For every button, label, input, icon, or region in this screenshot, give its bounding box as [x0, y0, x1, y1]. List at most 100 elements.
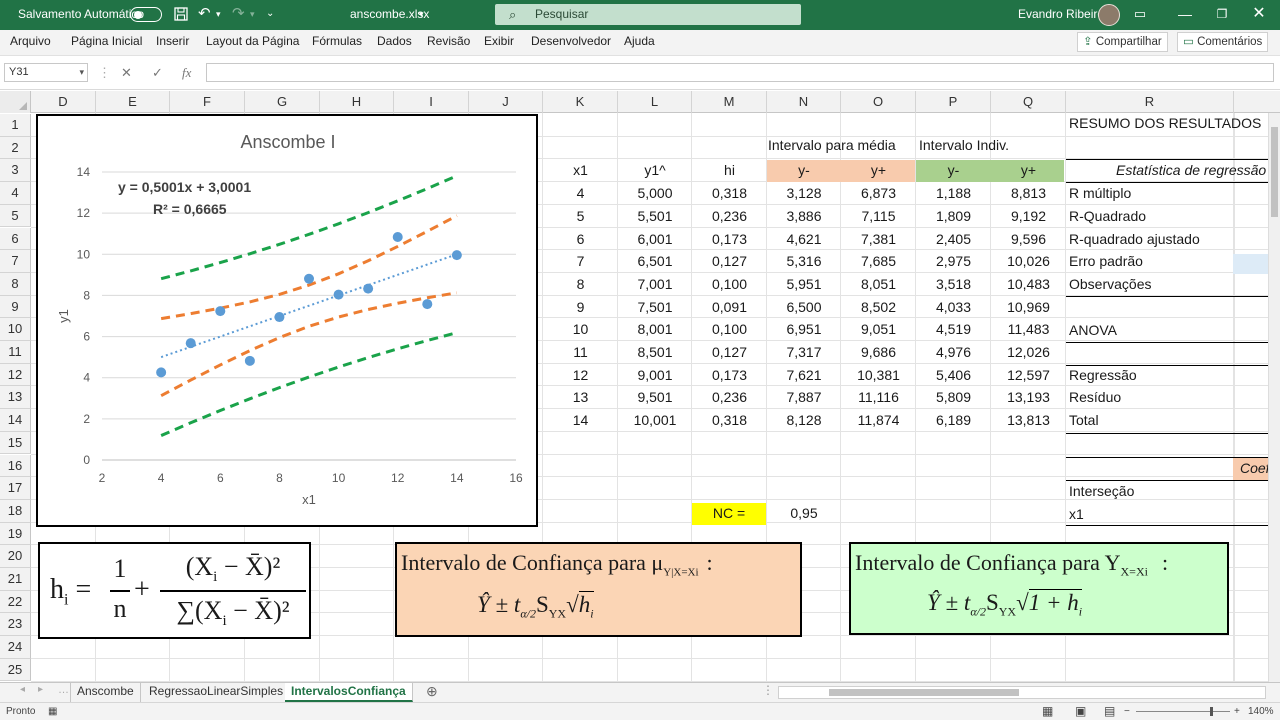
- normal-view-icon[interactable]: ▦: [1042, 703, 1053, 720]
- table-cell[interactable]: 3,886: [767, 208, 841, 224]
- more-sheets-icon[interactable]: …: [58, 684, 69, 696]
- table-cell[interactable]: 4: [543, 185, 618, 201]
- column-header-i[interactable]: I: [394, 91, 469, 113]
- maximize-icon[interactable]: ❐: [1207, 0, 1237, 28]
- zoom-level[interactable]: 140%: [1248, 703, 1274, 720]
- row-header-5[interactable]: 5: [0, 204, 31, 228]
- column-header-r[interactable]: R: [1066, 91, 1234, 113]
- table-cell[interactable]: 2,405: [916, 231, 991, 247]
- table-cell[interactable]: 4,033: [916, 299, 991, 315]
- table-cell[interactable]: 9,001: [618, 367, 692, 383]
- table-cell[interactable]: 14: [543, 412, 618, 428]
- table-cell[interactable]: 9,596: [991, 231, 1066, 247]
- column-header-j[interactable]: J: [469, 91, 543, 113]
- column-header-h[interactable]: H: [320, 91, 394, 113]
- page-layout-view-icon[interactable]: ▣: [1075, 703, 1086, 720]
- avatar[interactable]: [1098, 4, 1120, 26]
- column-header-f[interactable]: F: [170, 91, 245, 113]
- table-cell[interactable]: 7,317: [767, 344, 841, 360]
- row-header-15[interactable]: 15: [0, 431, 31, 455]
- menu-dados[interactable]: Dados: [377, 30, 412, 53]
- close-icon[interactable]: ✕: [1244, 0, 1274, 28]
- row-header-19[interactable]: 19: [0, 522, 31, 546]
- row-header-7[interactable]: 7: [0, 250, 31, 273]
- customize-toolbar-icon[interactable]: ⌄: [266, 4, 274, 24]
- split-handle-icon[interactable]: ⋮: [762, 683, 774, 697]
- insert-function-icon[interactable]: fx: [182, 63, 191, 82]
- row-header-20[interactable]: 20: [0, 545, 31, 568]
- row-header-24[interactable]: 24: [0, 636, 31, 659]
- table-cell[interactable]: 0,236: [692, 389, 767, 405]
- column-header-m[interactable]: M: [692, 91, 767, 113]
- table-cell[interactable]: 8,051: [841, 276, 916, 292]
- row-header-3[interactable]: 3: [0, 159, 31, 183]
- menu-pagina-inicial[interactable]: Página Inicial: [71, 30, 142, 53]
- nc-value[interactable]: 0,95: [767, 505, 841, 521]
- table-cell[interactable]: 13,813: [991, 412, 1066, 428]
- row-header-9[interactable]: 9: [0, 295, 31, 319]
- table-cell[interactable]: 2,975: [916, 253, 991, 269]
- zoom-slider[interactable]: [1136, 711, 1230, 712]
- table-cell[interactable]: 0,318: [692, 412, 767, 428]
- table-cell[interactable]: 8: [543, 276, 618, 292]
- column-header-q[interactable]: Q: [991, 91, 1066, 113]
- table-cell[interactable]: 6,500: [767, 299, 841, 315]
- table-cell[interactable]: 12,026: [991, 344, 1066, 360]
- table-cell[interactable]: 5,406: [916, 367, 991, 383]
- undo-dropdown-icon[interactable]: ▾: [216, 4, 221, 24]
- row-header-10[interactable]: 10: [0, 318, 31, 341]
- table-cell[interactable]: 9,051: [841, 321, 916, 337]
- table-cell[interactable]: 0,127: [692, 344, 767, 360]
- name-box[interactable]: Y31 ▾: [4, 63, 88, 82]
- row-header-13[interactable]: 13: [0, 386, 31, 410]
- table-cell[interactable]: 8,001: [618, 321, 692, 337]
- table-cell[interactable]: 7,621: [767, 367, 841, 383]
- table-cell[interactable]: 10: [543, 321, 618, 337]
- table-cell[interactable]: 10,381: [841, 367, 916, 383]
- table-cell[interactable]: 5,316: [767, 253, 841, 269]
- minimize-icon[interactable]: —: [1170, 0, 1200, 28]
- select-all-button[interactable]: [0, 91, 31, 113]
- column-header-o[interactable]: O: [841, 91, 916, 113]
- column-header-l[interactable]: L: [618, 91, 692, 113]
- table-cell[interactable]: 0,173: [692, 231, 767, 247]
- autosave-toggle[interactable]: [130, 7, 162, 22]
- horizontal-scroll-thumb[interactable]: [829, 689, 1019, 696]
- row-header-8[interactable]: 8: [0, 272, 31, 296]
- table-cell[interactable]: 5: [543, 208, 618, 224]
- ribbon-options-icon[interactable]: ▭: [1125, 0, 1155, 28]
- cancel-icon[interactable]: ✕: [121, 63, 132, 82]
- table-cell[interactable]: 11: [543, 344, 618, 360]
- redo-icon[interactable]: ↷: [232, 4, 245, 24]
- column-header-n[interactable]: N: [767, 91, 841, 113]
- column-header-p[interactable]: P: [916, 91, 991, 113]
- row-header-1[interactable]: 1: [0, 114, 31, 137]
- add-sheet-icon[interactable]: ⊕: [426, 683, 438, 700]
- menu-layout[interactable]: Layout da Página: [206, 30, 299, 53]
- table-cell[interactable]: 10,001: [618, 412, 692, 428]
- comments-button[interactable]: ▭ Comentários: [1177, 32, 1269, 52]
- table-cell[interactable]: 6: [543, 231, 618, 247]
- table-cell[interactable]: 8,813: [991, 185, 1066, 201]
- row-header-22[interactable]: 22: [0, 590, 31, 614]
- table-cell[interactable]: 7,501: [618, 299, 692, 315]
- macro-record-icon[interactable]: ▦: [48, 703, 57, 720]
- row-header-17[interactable]: 17: [0, 477, 31, 500]
- table-cell[interactable]: 0,091: [692, 299, 767, 315]
- menu-formulas[interactable]: Fórmulas: [312, 30, 362, 53]
- table-cell[interactable]: 5,501: [618, 208, 692, 224]
- table-cell[interactable]: 10,026: [991, 253, 1066, 269]
- table-cell[interactable]: 9,686: [841, 344, 916, 360]
- scroll-tabs-right-icon[interactable]: ▸: [38, 684, 43, 695]
- page-break-view-icon[interactable]: ▤: [1104, 703, 1115, 720]
- row-header-2[interactable]: 2: [0, 136, 31, 160]
- table-cell[interactable]: 0,100: [692, 276, 767, 292]
- column-header-e[interactable]: E: [96, 91, 170, 113]
- table-cell[interactable]: 0,318: [692, 185, 767, 201]
- user-name[interactable]: Evandro Ribeiro: [1018, 0, 1104, 28]
- table-cell[interactable]: 10,969: [991, 299, 1066, 315]
- table-cell[interactable]: 7,685: [841, 253, 916, 269]
- table-cell[interactable]: 0,100: [692, 321, 767, 337]
- zoom-slider-thumb[interactable]: [1210, 707, 1213, 716]
- zoom-out-icon[interactable]: −: [1124, 703, 1130, 720]
